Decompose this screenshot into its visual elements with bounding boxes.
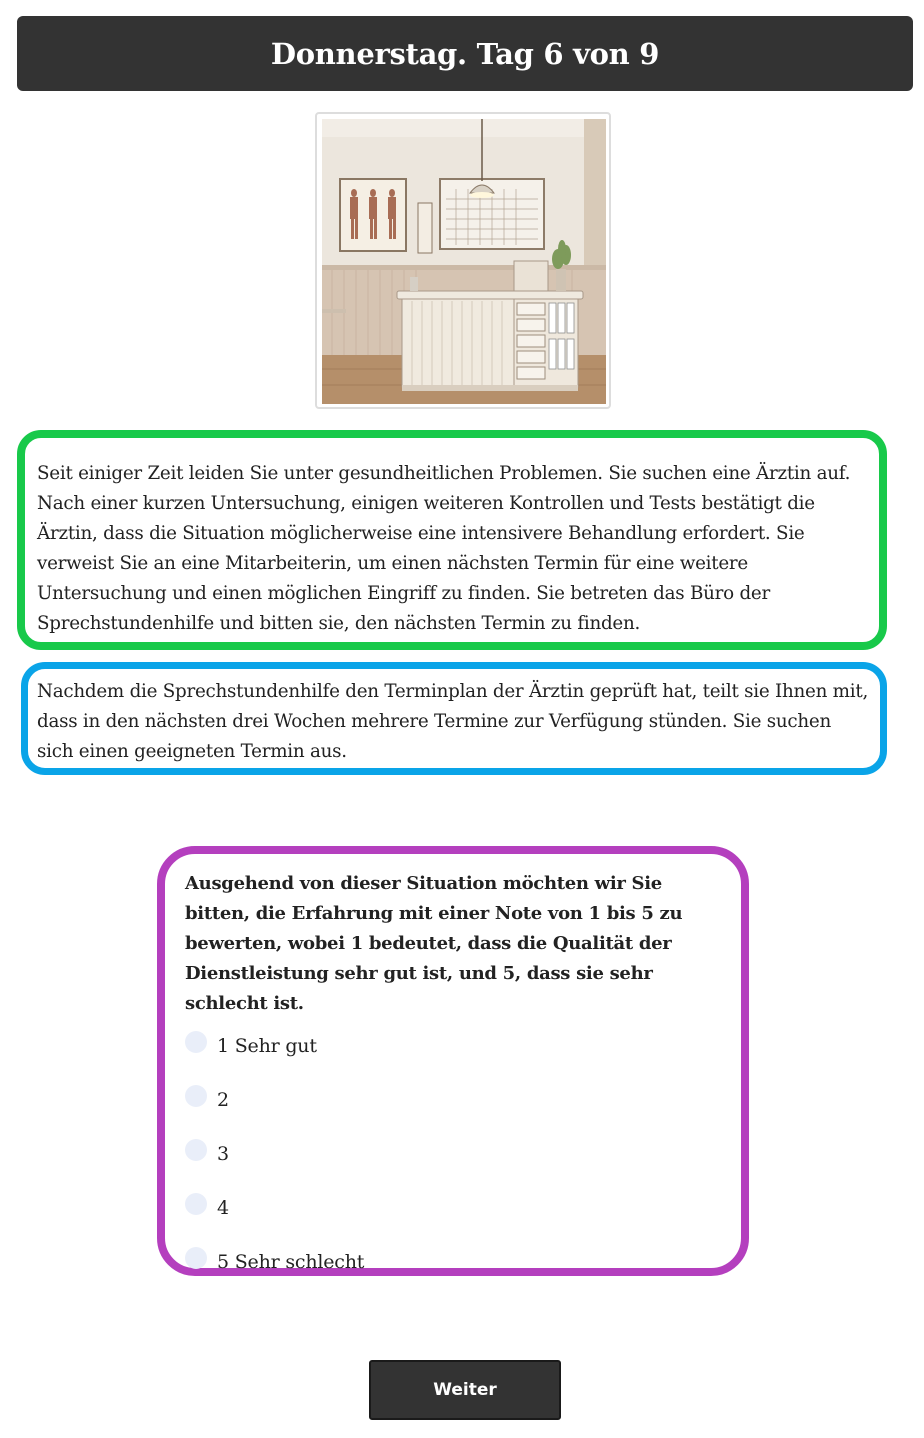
rating-option-3[interactable]: 3 <box>185 1127 723 1181</box>
radio-button[interactable] <box>185 1031 207 1053</box>
scene-image-frame <box>315 112 611 409</box>
rating-option-label: 4 <box>217 1197 229 1219</box>
rating-options: 1 Sehr gut 2 3 4 5 Sehr schlecht <box>185 1019 723 1289</box>
rating-question-box: Ausgehend von dieser Situation möchten w… <box>157 846 749 1276</box>
rating-option-label: 5 Sehr schlecht <box>217 1251 365 1273</box>
radio-button[interactable] <box>185 1139 207 1161</box>
scenario-context-box: Seit einiger Zeit leiden Sie unter gesun… <box>17 430 887 650</box>
rating-option-4[interactable]: 4 <box>185 1181 723 1235</box>
page-header: Donnerstag. Tag 6 von 9 <box>17 16 913 91</box>
radio-button[interactable] <box>185 1085 207 1107</box>
reception-office-illustration <box>322 119 606 404</box>
page-title: Donnerstag. Tag 6 von 9 <box>270 36 660 71</box>
radio-button[interactable] <box>185 1247 207 1269</box>
next-button[interactable]: Weiter <box>369 1360 561 1420</box>
rating-option-label: 2 <box>217 1089 229 1111</box>
rating-option-1[interactable]: 1 Sehr gut <box>185 1019 723 1073</box>
rating-question-text: Ausgehend von dieser Situation möchten w… <box>185 873 683 1014</box>
scenario-context-text: Seit einiger Zeit leiden Sie unter gesun… <box>37 463 851 634</box>
radio-button[interactable] <box>185 1193 207 1215</box>
rating-option-5[interactable]: 5 Sehr schlecht <box>185 1235 723 1289</box>
scenario-outcome-box: Nachdem die Sprechstundenhilfe den Termi… <box>21 662 887 775</box>
rating-option-label: 3 <box>217 1143 229 1165</box>
scenario-outcome-text: Nachdem die Sprechstundenhilfe den Termi… <box>37 681 869 762</box>
rating-option-label: 1 Sehr gut <box>217 1035 317 1057</box>
rating-option-2[interactable]: 2 <box>185 1073 723 1127</box>
